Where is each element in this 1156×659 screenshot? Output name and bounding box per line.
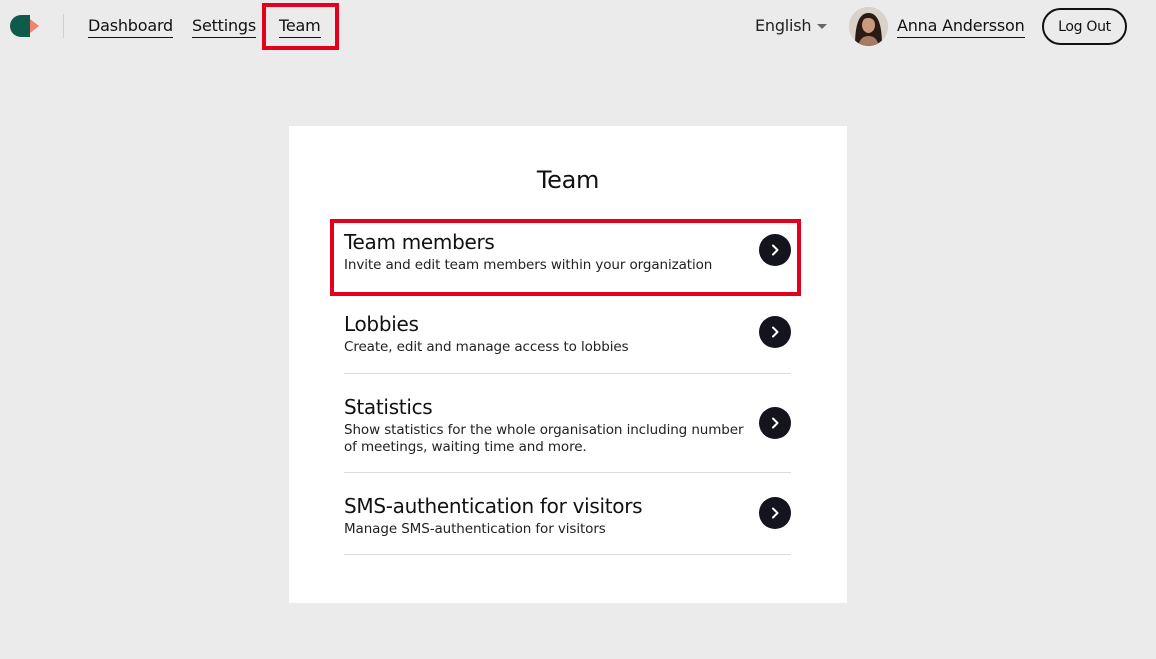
- item-title: Team members: [344, 230, 495, 254]
- divider: [344, 554, 791, 555]
- logout-button[interactable]: Log Out: [1042, 8, 1127, 45]
- chevron-right-icon[interactable]: [759, 316, 791, 348]
- item-description: Show statistics for the whole organisati…: [344, 422, 744, 455]
- list-item-lobbies[interactable]: Lobbies Create, edit and manage access t…: [344, 311, 791, 374]
- top-navigation-bar: Dashboard Settings Team English Anna And…: [0, 0, 1156, 52]
- brand-logo[interactable]: [10, 15, 40, 37]
- user-avatar[interactable]: [849, 7, 888, 46]
- language-selector[interactable]: English: [755, 15, 812, 37]
- item-title: Statistics: [344, 395, 433, 419]
- chevron-right-icon[interactable]: [759, 234, 791, 266]
- item-title: Lobbies: [344, 312, 419, 336]
- nav-settings-link[interactable]: Settings: [192, 15, 256, 38]
- chevron-right-icon[interactable]: [759, 407, 791, 439]
- chevron-right-icon[interactable]: [759, 497, 791, 529]
- item-description: Create, edit and manage access to lobbie…: [344, 339, 629, 355]
- divider: [344, 472, 791, 473]
- item-description: Invite and edit team members within your…: [344, 257, 713, 273]
- logo-divider: [63, 14, 64, 38]
- nav-team-link[interactable]: Team: [279, 15, 321, 38]
- divider: [344, 373, 791, 374]
- nav-dashboard-link[interactable]: Dashboard: [88, 15, 173, 38]
- caret-down-icon[interactable]: [817, 24, 827, 29]
- user-name-link[interactable]: Anna Andersson: [897, 15, 1025, 38]
- list-item-statistics[interactable]: Statistics Show statistics for the whole…: [344, 394, 791, 473]
- list-item-sms-authentication[interactable]: SMS-authentication for visitors Manage S…: [344, 493, 791, 555]
- item-title: SMS-authentication for visitors: [344, 494, 643, 518]
- list-item-team-members[interactable]: Team members Invite and edit team member…: [344, 229, 791, 289]
- page-title: Team: [536, 166, 600, 194]
- item-description: Manage SMS-authentication for visitors: [344, 521, 606, 537]
